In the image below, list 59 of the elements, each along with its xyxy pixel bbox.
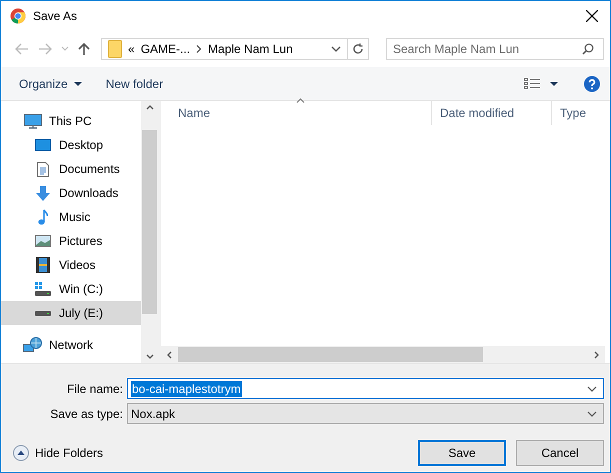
film-strip-icon (36, 257, 50, 273)
chevron-up-icon[interactable] (146, 105, 154, 110)
breadcrumb[interactable]: Maple Nam Lun (208, 42, 293, 56)
help-icon[interactable] (584, 76, 600, 92)
folder-tree-item[interactable]: Desktop (1, 133, 141, 157)
view-options-icon[interactable] (524, 78, 540, 90)
caret-icon (74, 82, 82, 86)
save-type-label: Save as type: (49, 406, 123, 420)
chevron-left-icon[interactable] (167, 350, 172, 358)
caret-icon[interactable] (550, 82, 558, 86)
chevron-down-icon (587, 410, 597, 416)
overflow-chevron[interactable]: « (128, 42, 135, 56)
file-name-field[interactable]: bo-cai-maplestotrym (127, 378, 604, 399)
folder-tree-item[interactable]: Videos (1, 253, 141, 277)
folder-icon (108, 40, 122, 58)
file-name-label: File name: (66, 382, 123, 396)
chevron-right-icon[interactable] (594, 350, 599, 358)
column-header[interactable]: Name (161, 101, 431, 125)
scrollbar[interactable] (141, 101, 158, 363)
folder-tree-item[interactable]: Pictures (1, 229, 141, 253)
folder-tree-item[interactable]: Win (C:) (1, 277, 141, 301)
hide-folders-button[interactable]: Hide Folders (11, 443, 106, 463)
desktop-icon (35, 139, 51, 151)
chevron-down-icon[interactable] (146, 354, 154, 359)
download-arrow-icon (35, 186, 51, 200)
monitor-icon (24, 114, 42, 128)
refresh-icon (352, 43, 364, 55)
music-note-icon (38, 209, 48, 225)
document-icon (37, 162, 49, 176)
folder-tree-item[interactable]: Music (1, 205, 141, 229)
drive-icon (35, 310, 51, 316)
save-type-dropdown[interactable]: Nox.apk (127, 403, 604, 424)
folder-tree-item[interactable]: Network (1, 333, 141, 357)
organize-button[interactable]: Organize (13, 72, 88, 94)
window-title: Save As (33, 9, 78, 23)
scrollbar[interactable] (161, 346, 605, 363)
system-drive-icon (35, 282, 51, 296)
dialog-button[interactable]: Save (418, 440, 506, 466)
breadcrumb[interactable]: GAME-... (140, 42, 190, 56)
sort-caret-icon (296, 98, 305, 103)
folder-tree-item[interactable]: Documents (1, 157, 141, 181)
new-folder-button[interactable]: New folder (100, 72, 170, 94)
search-icon (582, 43, 594, 55)
folder-tree-item[interactable]: Downloads (1, 181, 141, 205)
breadcrumb-separator-icon (196, 45, 202, 53)
folder-tree-item[interactable]: July (E:) (1, 301, 141, 325)
picture-icon (35, 235, 51, 247)
chevron-down-icon[interactable] (331, 46, 341, 52)
chevron-down-icon[interactable] (587, 386, 597, 392)
folder-tree-item[interactable]: This PC (1, 109, 141, 133)
browser-logo-icon (10, 8, 26, 24)
dialog-button[interactable]: Cancel (516, 440, 604, 466)
search-field[interactable]: Search Maple Nam Lun (386, 38, 604, 60)
up-arrow-icon[interactable] (78, 42, 90, 56)
close-icon[interactable] (586, 10, 598, 22)
column-header[interactable]: Type (551, 101, 610, 125)
network-icon (23, 337, 43, 353)
column-header[interactable]: Date modified (431, 101, 551, 125)
address-bar[interactable]: « GAME-... Maple Nam Lun (101, 38, 369, 60)
